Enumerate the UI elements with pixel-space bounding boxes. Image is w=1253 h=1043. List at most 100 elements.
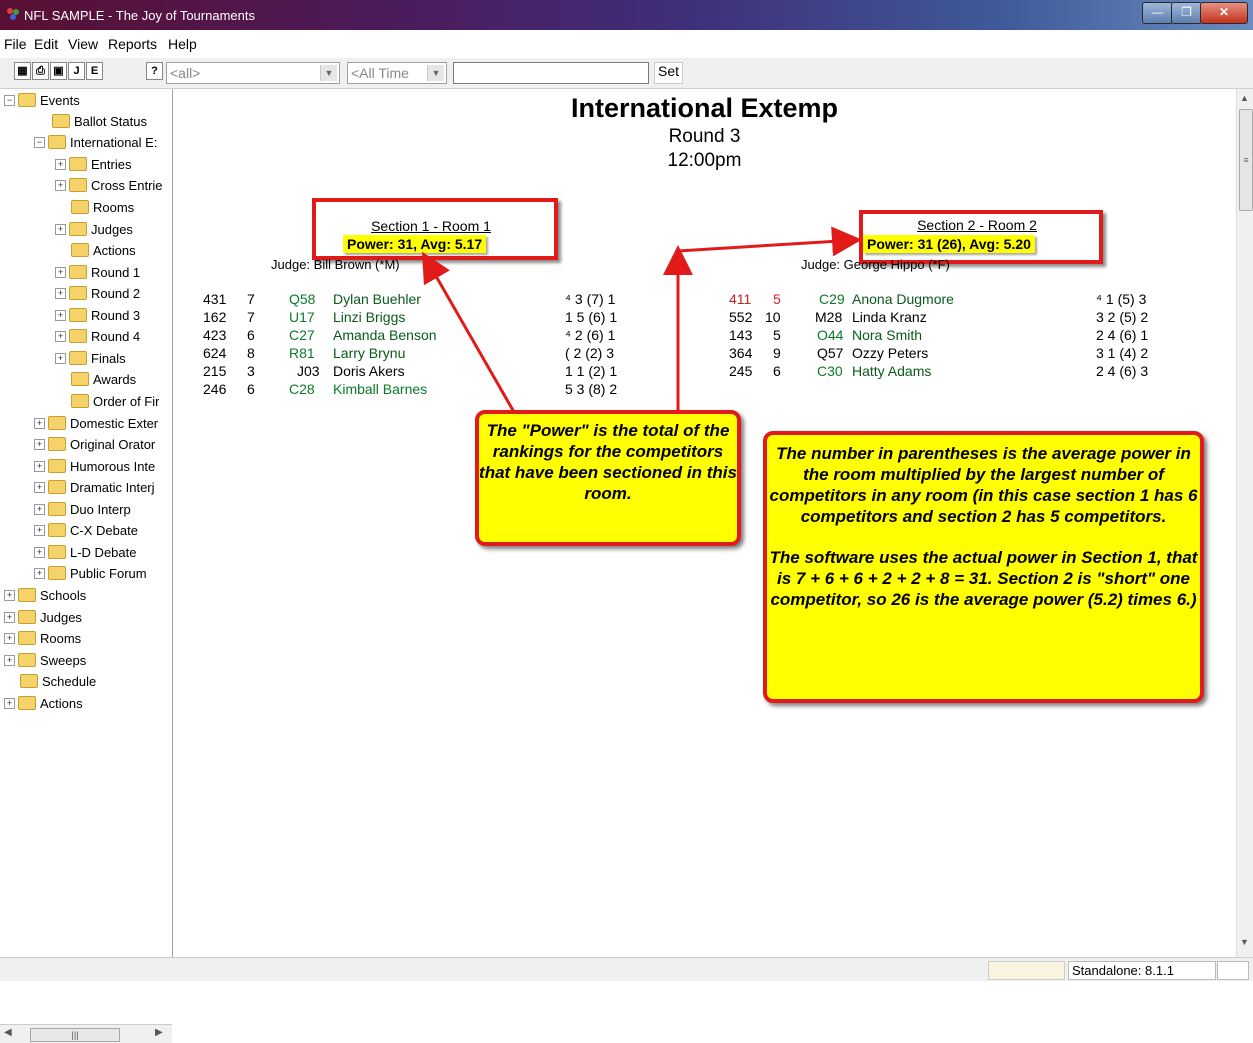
tree-item-rooms[interactable]: Rooms xyxy=(71,197,134,217)
folder-icon xyxy=(52,114,70,128)
scroll-up-icon[interactable]: ▲ xyxy=(1240,93,1249,103)
expand-icon[interactable]: + xyxy=(34,438,45,450)
tree-item-round-3[interactable]: + Round 3 xyxy=(55,305,140,325)
expand-icon[interactable]: + xyxy=(4,697,15,709)
tree-item-cx-debate[interactable]: + C-X Debate xyxy=(34,520,138,540)
menu-help[interactable]: Help xyxy=(168,36,197,52)
menu-view[interactable]: View xyxy=(68,36,98,52)
folder-icon xyxy=(18,653,36,667)
power-explanation-callout: The "Power" is the total of the rankings… xyxy=(475,410,741,546)
tree-item-actions-root[interactable]: + Actions xyxy=(4,693,83,713)
chevron-down-icon[interactable]: ▼ xyxy=(320,65,337,81)
maximize-button[interactable]: ❐ xyxy=(1171,2,1202,24)
scroll-thumb[interactable]: ||| xyxy=(30,1028,120,1042)
tree-item-events[interactable]: − Events xyxy=(4,90,80,110)
folder-icon xyxy=(69,178,87,192)
folder-icon xyxy=(71,372,89,386)
folder-icon xyxy=(48,459,66,473)
tree-item-original-oratory[interactable]: + Original Orator xyxy=(34,434,155,454)
set-button[interactable]: Set xyxy=(654,62,684,84)
folder-icon xyxy=(71,200,89,214)
tree-item-international-extemp[interactable]: − International E: xyxy=(34,132,157,152)
print-icon[interactable]: ⎙ xyxy=(32,62,49,80)
expand-icon[interactable]: + xyxy=(55,266,66,278)
expand-icon[interactable]: + xyxy=(55,179,66,191)
tree-item-domestic-extemp[interactable]: + Domestic Exter xyxy=(34,413,158,433)
time-combo[interactable]: <All Time ▼ xyxy=(347,62,447,84)
save-icon[interactable]: ▦ xyxy=(14,62,31,80)
expand-icon[interactable]: + xyxy=(34,503,45,515)
menu-reports[interactable]: Reports xyxy=(108,36,157,52)
folder-icon xyxy=(48,523,66,537)
expand-icon[interactable]: + xyxy=(4,611,15,623)
tree-item-judges-root[interactable]: + Judges xyxy=(4,607,82,627)
tree-item-humorous-interp[interactable]: + Humorous Inte xyxy=(34,456,155,476)
tree-item-schools[interactable]: + Schools xyxy=(4,585,86,605)
expand-icon[interactable]: + xyxy=(55,352,66,364)
tree-item-duo-interp[interactable]: + Duo Interp xyxy=(34,499,131,519)
expand-icon[interactable]: + xyxy=(34,567,45,579)
parentheses-explanation-callout: The number in parentheses is the average… xyxy=(763,431,1204,703)
tree-item-awards[interactable]: Awards xyxy=(71,369,136,389)
expand-icon[interactable]: + xyxy=(55,330,66,342)
filter-combo[interactable]: <all> ▼ xyxy=(166,62,340,84)
menu-file[interactable]: File xyxy=(4,36,27,52)
expand-icon[interactable]: + xyxy=(4,589,15,601)
expand-icon[interactable]: + xyxy=(34,524,45,536)
scroll-left-icon[interactable]: ◀ xyxy=(4,1027,12,1038)
e-button[interactable]: E xyxy=(86,62,103,80)
tree-item-cross-entries[interactable]: + Cross Entrie xyxy=(55,175,163,195)
minimize-button[interactable]: — xyxy=(1142,2,1173,24)
expand-icon[interactable]: + xyxy=(55,309,66,321)
search-input[interactable] xyxy=(453,62,649,84)
collapse-icon[interactable]: − xyxy=(34,136,45,148)
expand-icon[interactable]: + xyxy=(4,632,15,644)
expand-icon[interactable]: + xyxy=(34,417,45,429)
preview-icon[interactable]: ▣ xyxy=(50,62,67,80)
tree-item-order-of-finish[interactable]: Order of Fir xyxy=(71,391,159,411)
expand-icon[interactable]: + xyxy=(34,460,45,472)
folder-icon xyxy=(69,222,87,236)
app-icon xyxy=(7,8,19,20)
status-cell xyxy=(988,961,1065,980)
events-tree: − Events Ballot Status − International E: … xyxy=(0,89,173,1043)
help-icon[interactable]: ? xyxy=(146,62,163,80)
expand-icon[interactable]: + xyxy=(55,287,66,299)
scroll-right-icon[interactable]: ▶ xyxy=(155,1027,163,1038)
collapse-icon[interactable]: − xyxy=(4,94,15,106)
tree-item-entries[interactable]: + Entries xyxy=(55,154,131,174)
expand-icon[interactable]: + xyxy=(34,546,45,558)
tree-item-ld-debate[interactable]: + L-D Debate xyxy=(34,542,136,562)
tree-item-rooms-root[interactable]: + Rooms xyxy=(4,628,81,648)
scroll-thumb[interactable]: ≡ xyxy=(1239,109,1253,211)
folder-icon xyxy=(48,566,66,580)
expand-icon[interactable]: + xyxy=(4,654,15,666)
tree-item-dramatic-interp[interactable]: + Dramatic Interj xyxy=(34,477,155,497)
tree-item-schedule[interactable]: Schedule xyxy=(20,671,96,691)
folder-icon xyxy=(20,674,38,688)
tree-item-sweeps[interactable]: + Sweeps xyxy=(4,650,86,670)
j-button[interactable]: J xyxy=(68,62,85,80)
expand-icon[interactable]: + xyxy=(34,481,45,493)
window-title: NFL SAMPLE - The Joy of Tournaments xyxy=(24,8,255,23)
scroll-down-icon[interactable]: ▼ xyxy=(1240,937,1249,947)
tree-item-ballot-status[interactable]: Ballot Status xyxy=(52,111,147,131)
tree-item-round-2[interactable]: + Round 2 xyxy=(55,283,140,303)
close-button[interactable]: ✕ xyxy=(1200,2,1248,24)
folder-icon xyxy=(18,93,36,107)
tree-item-round-1[interactable]: + Round 1 xyxy=(55,262,140,282)
tree-item-public-forum[interactable]: + Public Forum xyxy=(34,563,147,583)
tree-item-judges[interactable]: + Judges xyxy=(55,219,133,239)
menu-edit[interactable]: Edit xyxy=(34,36,58,52)
folder-icon xyxy=(18,588,36,602)
tree-item-actions[interactable]: Actions xyxy=(71,240,136,260)
tree-item-finals[interactable]: + Finals xyxy=(55,348,126,368)
horizontal-scrollbar[interactable]: ◀ ||| ▶ xyxy=(0,1024,172,1043)
expand-icon[interactable]: + xyxy=(55,158,66,170)
folder-icon xyxy=(18,696,36,710)
expand-icon[interactable]: + xyxy=(55,223,66,235)
tree-item-round-4[interactable]: + Round 4 xyxy=(55,326,140,346)
open-folder-icon xyxy=(69,308,87,322)
chevron-down-icon[interactable]: ▼ xyxy=(427,65,444,81)
vertical-scrollbar[interactable]: ▲ ≡ ▼ xyxy=(1236,89,1253,957)
